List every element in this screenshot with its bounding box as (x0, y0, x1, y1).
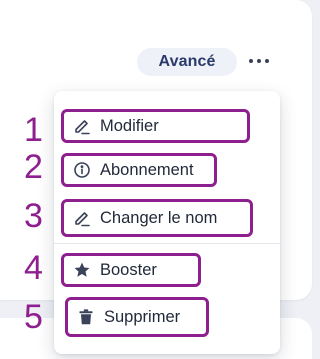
star-icon (72, 260, 92, 280)
annotation-box: Supprimer (65, 297, 209, 337)
menu-item-changer-le-nom[interactable]: Changer le nom (54, 199, 280, 237)
menu-item-abonnement[interactable]: Abonnement (54, 153, 280, 189)
annotation-number: 4 (24, 249, 43, 287)
menu-item-label: Modifier (100, 116, 159, 135)
pencil-icon (72, 208, 92, 228)
menu-item-label: Abonnement (100, 160, 194, 179)
level-badge: Avancé (137, 48, 237, 76)
menu-divider (54, 243, 280, 244)
menu-item-booster[interactable]: Booster (54, 253, 280, 289)
annotation-box: Modifier (61, 109, 250, 143)
annotation-box: Changer le nom (61, 199, 253, 237)
annotation-number: 3 (24, 197, 43, 235)
annotation-number: 1 (24, 111, 43, 149)
context-menu: Modifier Abonnement Changer le nom Boost… (54, 91, 280, 354)
annotation-number: 5 (24, 298, 43, 336)
menu-item-supprimer[interactable]: Supprimer (54, 297, 280, 337)
more-dot-icon (257, 59, 261, 63)
info-icon (72, 160, 92, 180)
menu-item-label: Supprimer (104, 307, 181, 326)
more-dot-icon (265, 59, 269, 63)
trash-icon (76, 307, 96, 327)
annotation-number: 2 (24, 148, 43, 186)
stage: Avancé Modifier Abonnement Changer le no… (0, 0, 320, 359)
menu-item-label: Changer le nom (100, 208, 218, 227)
annotation-box: Booster (61, 253, 201, 287)
menu-item-label: Booster (100, 260, 157, 279)
annotation-box: Abonnement (61, 153, 217, 187)
more-options-button[interactable] (243, 46, 275, 76)
more-dot-icon (249, 59, 253, 63)
menu-item-modifier[interactable]: Modifier (54, 109, 280, 145)
pencil-icon (72, 116, 92, 136)
